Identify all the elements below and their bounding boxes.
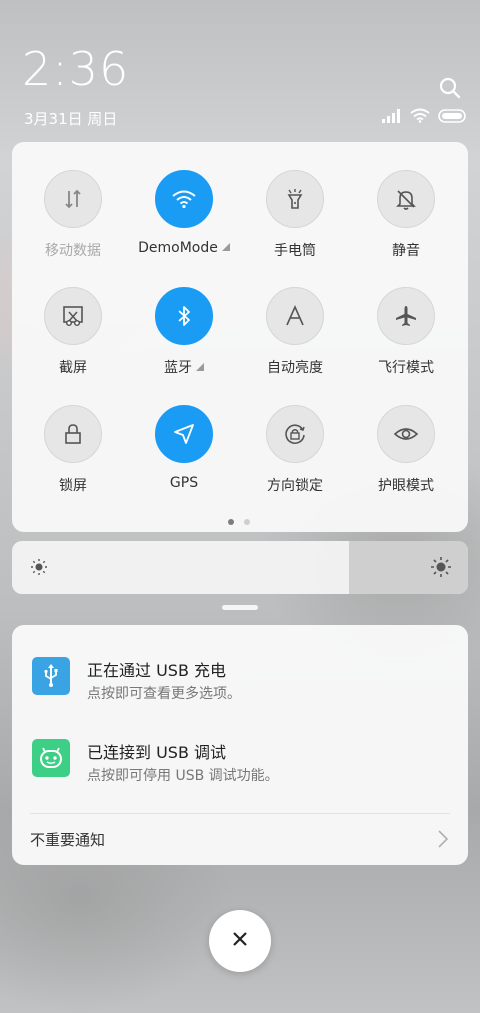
usb-icon xyxy=(32,657,70,695)
clock: 2:36 xyxy=(22,42,130,96)
tile-label: GPS xyxy=(169,475,199,491)
tile-label: 手电筒 xyxy=(274,243,316,259)
minor-notifications-row[interactable]: 不重要通知 xyxy=(12,815,468,863)
brightness-low-icon xyxy=(30,558,48,576)
signal-icon xyxy=(382,108,402,127)
expand-triangle-icon xyxy=(196,363,204,371)
notification-text: 点按即可停用 USB 调试功能。 xyxy=(87,768,279,784)
tile-auto-brightness[interactable]: 自动亮度 xyxy=(238,259,352,376)
auto-brightness-icon xyxy=(266,287,324,345)
page-dot[interactable] xyxy=(228,519,234,525)
quick-settings-panel: 移动数据 DemoMode 手电筒 静音 截屏 蓝牙 自动亮度 飞行模式 锁屏 … xyxy=(12,142,468,532)
tile-eye-mode[interactable]: 护眼模式 xyxy=(349,377,463,494)
status-bar: 2:36 3月31日 周日 xyxy=(0,0,480,140)
search-icon[interactable] xyxy=(438,76,462,100)
location-arrow-icon xyxy=(155,405,213,463)
tile-mobile-data[interactable]: 移动数据 xyxy=(16,142,130,259)
notification-usb-debugging[interactable]: 已连接到 USB 调试 点按即可停用 USB 调试功能。 xyxy=(12,739,468,809)
tile-label: DemoMode xyxy=(127,240,241,256)
brightness-high-icon xyxy=(430,556,452,578)
tile-silent[interactable]: 静音 xyxy=(349,142,463,259)
eye-icon xyxy=(377,405,435,463)
date: 3月31日 周日 xyxy=(24,110,118,128)
expand-triangle-icon xyxy=(221,243,230,251)
chevron-right-icon xyxy=(436,829,450,849)
tile-label: 锁屏 xyxy=(59,478,87,494)
page-indicator xyxy=(228,519,250,525)
tile-label: 护眼模式 xyxy=(378,478,434,494)
notification-title: 已连接到 USB 调试 xyxy=(87,743,227,762)
notification-panel: 正在通过 USB 充电 点按即可查看更多选项。 已连接到 USB 调试 点按即可… xyxy=(12,625,468,865)
notification-usb-charging[interactable]: 正在通过 USB 充电 点按即可查看更多选项。 xyxy=(12,657,468,727)
tile-label: 方向锁定 xyxy=(267,478,323,494)
lock-icon xyxy=(44,405,102,463)
bluetooth-icon xyxy=(155,287,213,345)
tile-gps[interactable]: GPS xyxy=(127,377,241,491)
tile-wifi[interactable]: DemoMode xyxy=(127,142,241,256)
notification-text: 点按即可查看更多选项。 xyxy=(87,686,241,702)
tile-label: 自动亮度 xyxy=(267,360,323,376)
screenshot-icon xyxy=(44,287,102,345)
rotation-lock-icon xyxy=(266,405,324,463)
battery-icon xyxy=(438,108,468,127)
tile-label: 截屏 xyxy=(59,360,87,376)
mobile-data-icon xyxy=(44,170,102,228)
tile-screenshot[interactable]: 截屏 xyxy=(16,259,130,376)
brightness-slider[interactable] xyxy=(12,541,468,594)
tile-lock-screen[interactable]: 锁屏 xyxy=(16,377,130,494)
tile-label: 蓝牙 xyxy=(127,357,241,377)
tile-label: 飞行模式 xyxy=(378,360,434,376)
tile-flashlight[interactable]: 手电筒 xyxy=(238,142,352,259)
page-dot[interactable] xyxy=(244,519,250,525)
airplane-icon xyxy=(377,287,435,345)
android-icon xyxy=(32,739,70,777)
tile-label: 移动数据 xyxy=(45,243,101,259)
tile-label: 静音 xyxy=(392,243,420,259)
bell-off-icon xyxy=(377,170,435,228)
tile-rotation-lock[interactable]: 方向锁定 xyxy=(238,377,352,494)
minor-notifications-label: 不重要通知 xyxy=(30,831,106,849)
drag-handle[interactable] xyxy=(222,605,258,610)
wifi-icon xyxy=(155,170,213,228)
tile-airplane[interactable]: 飞行模式 xyxy=(349,259,463,376)
tile-bluetooth[interactable]: 蓝牙 xyxy=(127,259,241,376)
flashlight-icon xyxy=(266,170,324,228)
divider xyxy=(30,813,450,814)
wifi-icon xyxy=(410,108,430,127)
notification-title: 正在通过 USB 充电 xyxy=(87,661,227,680)
close-icon xyxy=(231,930,249,952)
clear-all-button[interactable] xyxy=(209,910,271,972)
